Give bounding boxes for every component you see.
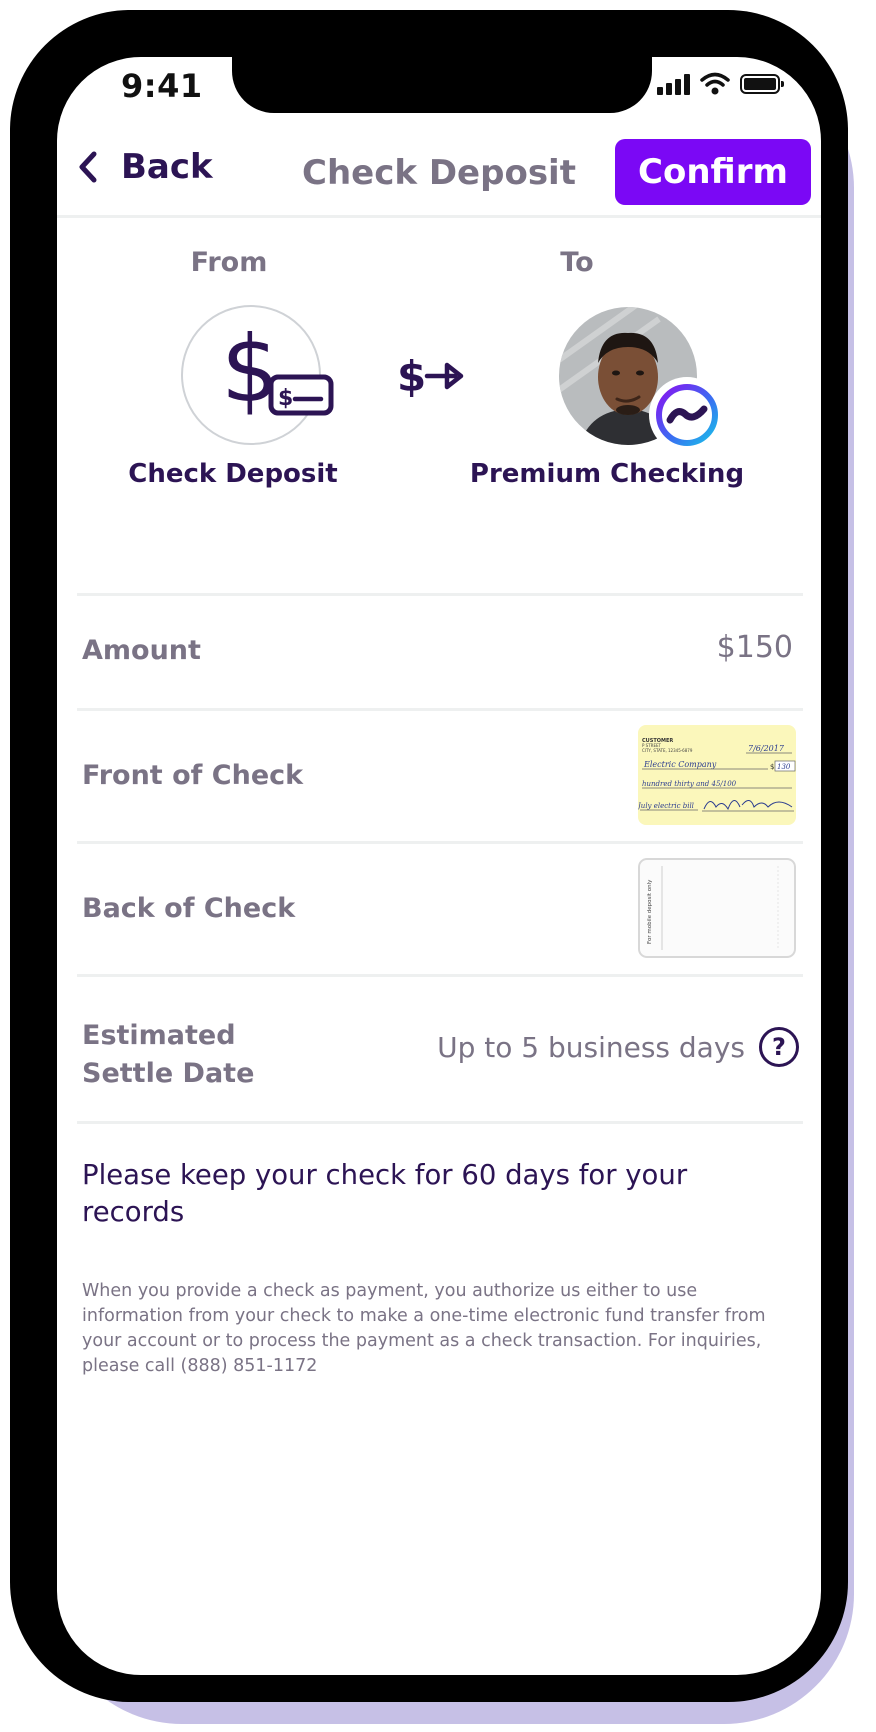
status-time: 9:41 <box>121 67 203 105</box>
confirm-button[interactable]: Confirm <box>615 139 811 205</box>
back-of-check-row: Back of Check For mobile deposit only <box>77 841 803 974</box>
money-transfer-arrow-icon: $ <box>397 353 464 399</box>
back-of-check-image[interactable]: For mobile deposit only <box>638 858 796 958</box>
check-date: 7/6/2017 <box>748 744 785 753</box>
keep-check-note: Please keep your check for 60 days for y… <box>82 1159 688 1228</box>
amount-row: Amount $150 <box>77 593 803 708</box>
check-endorsement: For mobile deposit only <box>647 879 653 944</box>
from-account-name: Check Deposit <box>128 459 338 489</box>
chevron-left-icon <box>77 147 107 187</box>
details-bottom-divider <box>77 1121 803 1124</box>
app-screen: 9:41 Back Check Deposit Confirm From To … <box>57 57 821 1675</box>
svg-text:$: $ <box>278 386 293 411</box>
svg-text:$: $ <box>397 353 426 399</box>
dollar-check-icon: $ $ <box>221 317 334 423</box>
front-of-check-row: Front of Check CUSTOMER P STREET CITY, S… <box>77 708 803 841</box>
check-payee: Electric Company <box>643 760 717 769</box>
front-of-check-label: Front of Check <box>82 760 304 791</box>
back-of-check-label: Back of Check <box>82 893 296 924</box>
to-account-name: Premium Checking <box>469 459 745 489</box>
back-button[interactable]: Back <box>77 147 213 187</box>
question-circle-icon[interactable]: ? <box>759 1027 799 1067</box>
settle-date-label-line1: Estimated <box>82 1020 236 1051</box>
amount-label: Amount <box>82 635 201 666</box>
transfer-summary: From To $ $ $ Check Deposit Premium Chec… <box>57 227 821 527</box>
settle-date-label-line2: Settle Date <box>82 1058 255 1089</box>
deposit-details: Amount $150 Front of Check CUSTOMER P ST… <box>77 593 803 1124</box>
settle-date-row: Estimated Settle Date Up to 5 business d… <box>77 974 803 1121</box>
from-label: From <box>190 247 268 278</box>
check-memo: July electric bill <box>638 802 694 810</box>
wifi-icon <box>700 72 730 95</box>
status-icons <box>657 69 784 99</box>
svg-text:$: $ <box>770 763 774 771</box>
check-amount-box: 130 <box>777 763 791 771</box>
back-label: Back <box>121 147 213 187</box>
settle-date-value: Up to 5 business days <box>437 1031 745 1064</box>
amount-value: $150 <box>716 630 793 665</box>
phone-frame: 9:41 Back Check Deposit Confirm From To … <box>10 10 848 1702</box>
check-payer-city: CITY, STATE, 12345-6879 <box>642 748 693 753</box>
device-notch <box>232 57 652 113</box>
authorization-disclaimer: When you provide a check as payment, you… <box>82 1281 766 1376</box>
bank-brand-icon <box>649 377 725 453</box>
battery-icon <box>740 74 784 94</box>
to-label: To <box>560 247 594 278</box>
settle-date-label: Estimated Settle Date <box>82 1017 254 1093</box>
cellular-signal-icon <box>657 73 690 95</box>
check-written-amount: hundred thirty and 45/100 <box>642 780 737 788</box>
navigation-bar: Back Check Deposit Confirm <box>57 129 821 218</box>
front-of-check-image[interactable]: CUSTOMER P STREET CITY, STATE, 12345-687… <box>638 725 796 825</box>
